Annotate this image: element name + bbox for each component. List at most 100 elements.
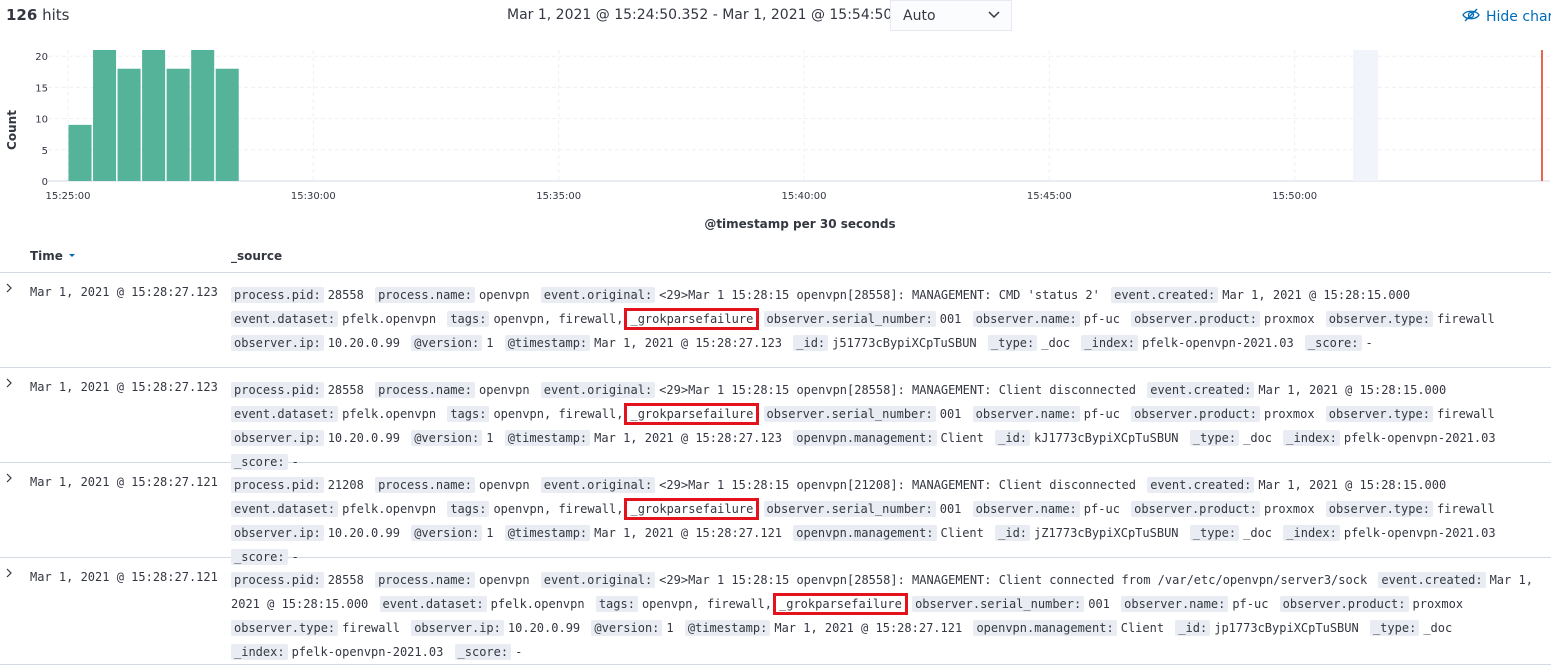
expand-row-chevron-icon[interactable]	[5, 377, 13, 391]
field-value: <29>Mar 1 15:28:15 openvpn[28558]: MANAG…	[659, 288, 1100, 302]
field-value: 28558	[327, 288, 364, 302]
histogram-bar[interactable]	[68, 124, 92, 181]
field-key: event.created:	[1378, 572, 1486, 588]
field-key: observer.product:	[1279, 596, 1409, 612]
field-key: _index:	[1081, 335, 1138, 351]
field-key: event.dataset:	[231, 406, 339, 422]
field-key: observer.serial_number:	[763, 311, 936, 327]
field-key: @version:	[591, 620, 663, 636]
histogram-bar[interactable]	[166, 68, 190, 181]
field-value: 001	[939, 502, 962, 516]
field-value: Mar 1, 2021 @ 15:28:27.123	[594, 431, 783, 445]
field-key: observer.ip:	[231, 525, 324, 541]
field-value: 001	[939, 312, 962, 326]
field-key: openvpn.management:	[793, 525, 937, 541]
field-key: observer.name:	[972, 501, 1080, 517]
expand-row-chevron-icon[interactable]	[5, 567, 13, 581]
histogram-chart: Count @timestamp per 30 seconds 0 5 10 15 20…	[0, 40, 1551, 236]
table-row: Mar 1, 2021 @ 15:28:27.123 process.pid: 28…	[0, 368, 1551, 470]
field-value: 1	[486, 336, 494, 350]
expand-row-chevron-icon[interactable]	[5, 472, 13, 486]
field-value: Mar 1, 2021 @ 15:28:27.123	[594, 336, 783, 350]
x-tick-label: 15:35:00	[536, 191, 581, 202]
field-key: observer.serial_number:	[763, 406, 936, 422]
field-key: @timestamp:	[504, 525, 591, 541]
row-source: process.pid: 28558 process.name: openvpn e…	[231, 283, 1549, 355]
x-tick-label: 15:50:00	[1272, 191, 1317, 202]
field-key: event.dataset:	[231, 311, 339, 327]
field-key: @version:	[411, 430, 483, 446]
field-key: _id:	[995, 525, 1031, 541]
histogram-bar[interactable]	[191, 50, 215, 181]
field-value: openvpn, firewall,	[493, 502, 624, 516]
field-value: pfelk-openvpn-2021.03	[1141, 336, 1294, 350]
field-key: tags:	[447, 501, 490, 517]
field-value: _doc	[1041, 336, 1071, 350]
field-value: openvpn, firewall,	[493, 312, 624, 326]
field-key: _type:	[1189, 430, 1240, 446]
histogram-bar[interactable]	[215, 68, 239, 181]
chevron-down-icon	[987, 7, 1001, 25]
histogram-bar[interactable]	[117, 68, 141, 181]
grokparsefailure-tag: _grokparsefailure	[773, 593, 908, 615]
field-value: pfelk.openvpn	[342, 502, 437, 516]
field-key: event.created:	[1111, 287, 1219, 303]
field-key: _id:	[1175, 620, 1211, 636]
field-key: tags:	[447, 311, 490, 327]
field-key: @version:	[411, 525, 483, 541]
field-value: <29>Mar 1 15:28:15 openvpn[28558]: MANAG…	[659, 383, 1136, 397]
field-value: Client	[940, 526, 984, 540]
field-key: _type:	[1369, 620, 1420, 636]
field-key: observer.ip:	[231, 430, 324, 446]
interval-select[interactable]: Auto	[890, 0, 1012, 31]
field-value: firewall	[342, 621, 400, 635]
field-key: observer.serial_number:	[912, 596, 1085, 612]
field-key: @timestamp:	[504, 335, 591, 351]
field-key: tags:	[447, 406, 490, 422]
field-value: Mar 1, 2021 @ 15:28:27.121	[594, 526, 783, 540]
field-key: _type:	[987, 335, 1038, 351]
field-value: Client	[940, 431, 984, 445]
field-value: 10.20.0.99	[327, 336, 400, 350]
field-value: 28558	[327, 383, 364, 397]
histogram-bar[interactable]	[142, 50, 166, 181]
field-key: event.original:	[540, 382, 656, 398]
field-key: observer.type:	[231, 620, 339, 636]
column-header-time[interactable]: Time	[30, 249, 77, 263]
table-row: Mar 1, 2021 @ 15:28:27.121 process.pid: 28…	[0, 558, 1551, 665]
field-value: proxmox	[1263, 502, 1315, 516]
field-value: jp1773cBypiXCpTuSBUN	[1214, 621, 1359, 635]
field-key: process.pid:	[231, 382, 324, 398]
grokparsefailure-tag: _grokparsefailure	[624, 403, 760, 425]
sort-desc-icon[interactable]	[67, 249, 77, 263]
hide-chart-label: Hide char	[1486, 9, 1551, 25]
field-key: event.dataset:	[231, 501, 339, 517]
y-tick-label: 20	[35, 52, 48, 63]
field-key: event.created:	[1147, 477, 1255, 493]
field-key: process.name:	[375, 572, 475, 588]
y-axis-label: Count	[5, 110, 19, 150]
field-value: proxmox	[1412, 597, 1464, 611]
histogram-bar[interactable]	[93, 50, 117, 181]
field-value: 1	[486, 526, 494, 540]
field-value: Client	[1120, 621, 1165, 635]
field-value: kJ1773cBypiXCpTuSBUN	[1034, 431, 1179, 445]
field-value: <29>Mar 1 15:28:15 openvpn[21208]: MANAG…	[659, 478, 1136, 492]
field-key: process.pid:	[231, 572, 324, 588]
field-value: Mar 1, 2021 @ 15:28:15.000	[1222, 288, 1411, 302]
hits-count: 126 hits	[6, 6, 70, 24]
field-value: pf-uc	[1232, 597, 1269, 611]
field-key: observer.product:	[1131, 501, 1260, 517]
field-key: observer.name:	[972, 406, 1080, 422]
row-timestamp: Mar 1, 2021 @ 15:28:27.123	[30, 285, 218, 299]
field-value: j51773cBypiXCpTuSBUN	[832, 336, 977, 350]
field-key: observer.ip:	[411, 620, 504, 636]
field-key: _id:	[995, 430, 1031, 446]
field-value: _doc	[1423, 621, 1453, 635]
expand-row-chevron-icon[interactable]	[5, 282, 13, 296]
column-header-time-label: Time	[30, 249, 63, 263]
field-value: Mar 1, 2021 @ 15:28:15.000	[1258, 383, 1447, 397]
column-header-source: _source	[231, 249, 283, 263]
hide-chart-button[interactable]: Hide char	[1462, 7, 1551, 27]
field-value: pfelk.openvpn	[490, 597, 585, 611]
